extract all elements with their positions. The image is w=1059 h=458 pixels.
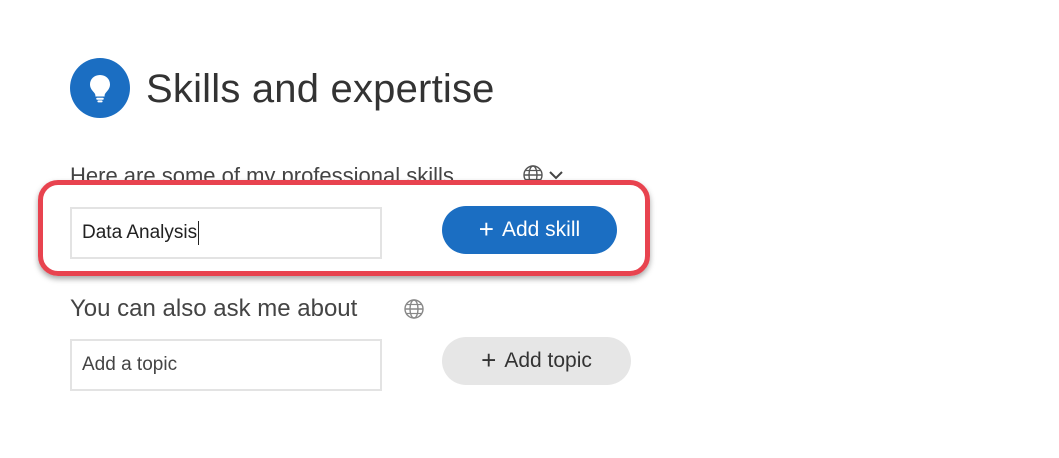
skill-input[interactable]: Data Analysis	[70, 207, 382, 259]
topic-input-placeholder: Add a topic	[82, 354, 178, 375]
skills-label-row: Here are some of my professional skills	[70, 156, 590, 182]
add-topic-button[interactable]: + Add topic	[442, 337, 631, 385]
topic-input[interactable]: Add a topic	[70, 339, 382, 391]
plus-icon: +	[481, 345, 497, 375]
globe-icon[interactable]	[403, 298, 425, 320]
section-header-icon	[70, 58, 130, 118]
add-skill-button[interactable]: + Add skill	[442, 206, 617, 254]
add-skill-label: Add skill	[501, 218, 581, 241]
section-title: Skills and expertise	[146, 67, 495, 111]
plus-icon: +	[478, 214, 494, 244]
skills-label: Here are some of my professional skills	[70, 163, 454, 182]
skill-input-value: Data Analysis	[82, 222, 198, 243]
topics-visibility-button[interactable]	[403, 298, 425, 320]
text-caret	[198, 221, 200, 245]
add-topic-label: Add topic	[504, 349, 592, 372]
topics-label: You can also ask me about	[70, 295, 358, 322]
lightbulb-icon	[90, 75, 110, 103]
